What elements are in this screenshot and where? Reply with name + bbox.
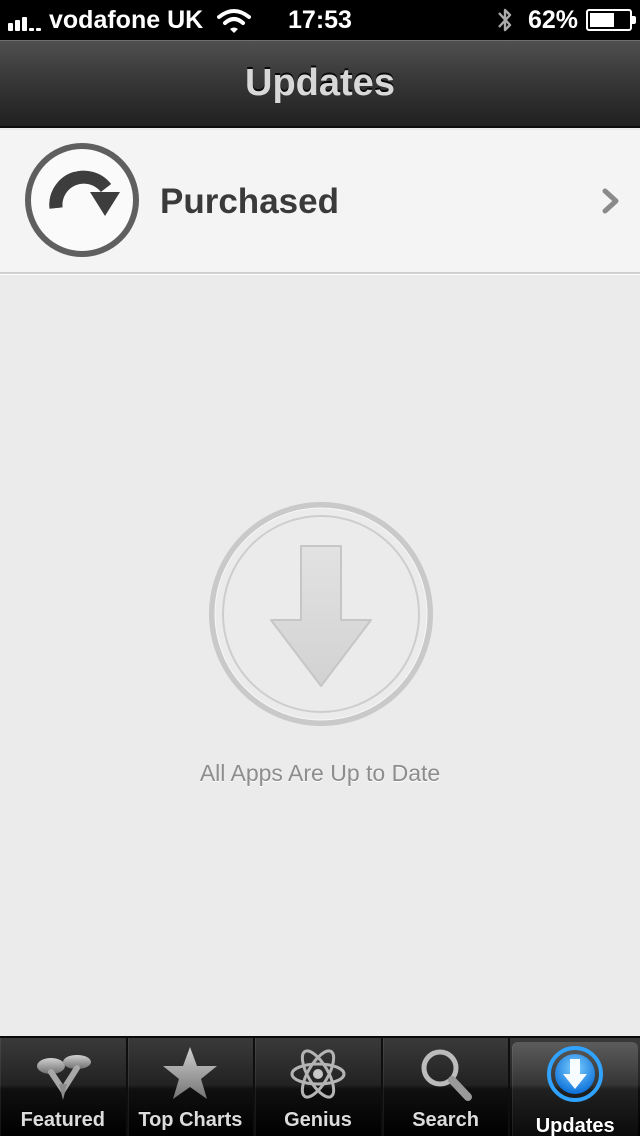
bluetooth-icon <box>498 8 512 32</box>
tab-label: Genius <box>284 1109 352 1131</box>
navigation-bar: Updates <box>0 40 640 128</box>
atom-icon <box>290 1049 346 1099</box>
purchased-row[interactable]: Purchased <box>0 130 640 274</box>
chevron-right-icon <box>602 188 619 214</box>
tab-featured[interactable]: Featured <box>0 1038 128 1136</box>
tab-label: Featured <box>20 1109 106 1131</box>
empty-state: All Apps Are Up to Date <box>0 276 640 1036</box>
tab-label: Top Charts <box>138 1109 243 1131</box>
empty-message: All Apps Are Up to Date <box>199 760 441 786</box>
app-store-screen: vodafone UK 17:53 62% Updates Purchased … <box>0 0 640 1136</box>
purchased-label: Purchased <box>160 182 339 221</box>
tab-updates[interactable]: Updates <box>512 1042 638 1136</box>
tab-top-charts[interactable]: Top Charts <box>128 1038 256 1136</box>
star-icon <box>163 1047 218 1099</box>
purchased-arrow-icon <box>25 143 139 257</box>
tab-search[interactable]: Search <box>383 1038 511 1136</box>
search-icon <box>421 1049 472 1101</box>
battery-level <box>590 13 614 27</box>
tab-genius[interactable]: Genius <box>255 1038 383 1136</box>
battery-percent: 62% <box>527 5 578 34</box>
tab-label: Search <box>412 1109 479 1131</box>
featured-icon <box>36 1055 91 1100</box>
status-bar: vodafone UK 17:53 62% <box>0 0 640 40</box>
tab-label: Updates <box>535 1115 615 1136</box>
download-arrow-icon <box>209 502 433 726</box>
battery-icon <box>586 9 636 31</box>
updates-icon <box>547 1046 604 1102</box>
status-right: 62% <box>496 5 636 35</box>
page-title: Updates <box>245 62 395 104</box>
tab-bar: Featured Top Charts Genius Search Update… <box>0 1036 640 1136</box>
